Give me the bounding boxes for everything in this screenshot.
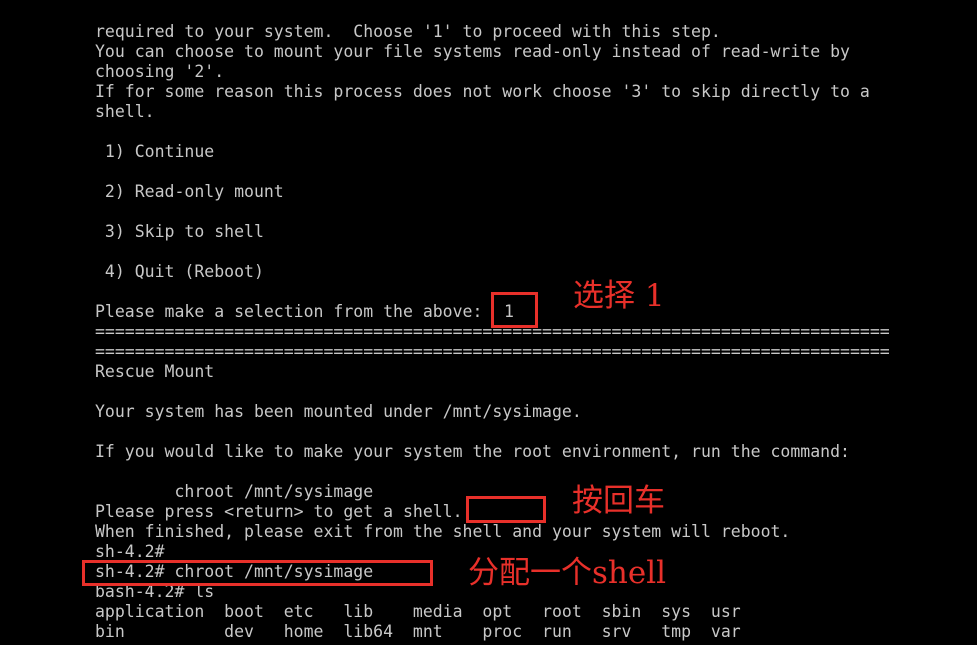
terminal-line: choosing '2'. bbox=[95, 62, 225, 81]
highlight-box-enter bbox=[466, 496, 546, 523]
terminal-screen[interactable]: required to your system. Choose '1' to p… bbox=[0, 0, 977, 645]
directory-listing-row: bin dev home lib64 mnt proc run srv tmp … bbox=[95, 622, 741, 641]
section-heading-rescue-mount: Rescue Mount bbox=[95, 362, 215, 381]
separator-line: ========================================… bbox=[95, 342, 890, 361]
terminal-line: Please press <return> to get a shell. bbox=[95, 502, 463, 521]
directory-listing-row: application boot etc lib media opt root … bbox=[95, 602, 741, 621]
terminal-line: You can choose to mount your file system… bbox=[95, 42, 850, 61]
selection-prompt: Please make a selection from the above: bbox=[95, 302, 483, 321]
menu-option-read-only: 2) Read-only mount bbox=[95, 182, 284, 201]
shell-prompt-line: sh-4.2# bbox=[95, 542, 165, 561]
terminal-line: When finished, please exit from the shel… bbox=[95, 522, 791, 541]
menu-option-quit-reboot: 4) Quit (Reboot) bbox=[95, 262, 264, 281]
annotation-shell-label: 分配一个shell bbox=[468, 555, 667, 591]
menu-option-skip-shell: 3) Skip to shell bbox=[95, 222, 264, 241]
highlight-box-selection bbox=[491, 292, 538, 328]
menu-option-continue: 1) Continue bbox=[95, 142, 215, 161]
terminal-line: If for some reason this process does not… bbox=[95, 82, 870, 101]
terminal-line: If you would like to make your system th… bbox=[95, 442, 850, 461]
annotation-enter-label: 按回车 bbox=[572, 483, 665, 519]
annotation-select-label: 选择 1 bbox=[573, 278, 665, 314]
terminal-line: Your system has been mounted under /mnt/… bbox=[95, 402, 582, 421]
terminal-line: shell. bbox=[95, 102, 155, 121]
terminal-line: required to your system. Choose '1' to p… bbox=[95, 22, 721, 41]
terminal-line: chroot /mnt/sysimage bbox=[95, 482, 374, 501]
highlight-box-chroot bbox=[82, 560, 433, 586]
